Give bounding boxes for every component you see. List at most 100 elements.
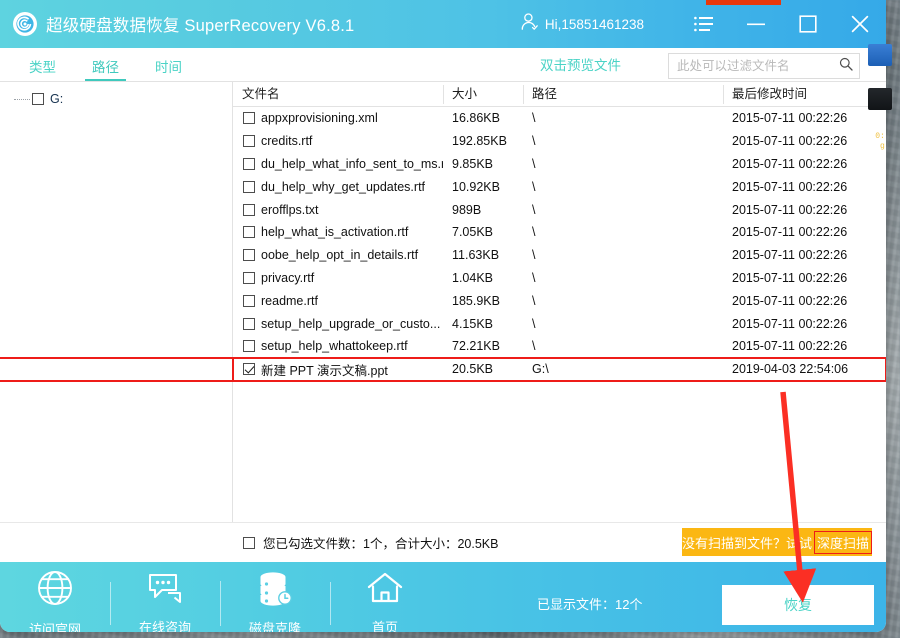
cell-path: \ <box>532 248 536 263</box>
selection-summary: 您已勾选文件数：1个，合计大小：20.5KB <box>243 533 498 552</box>
cell-filename: setup_help_upgrade_or_custo... <box>261 316 441 331</box>
cell-time: 2015-07-11 00:22:26 <box>732 339 848 354</box>
close-icon[interactable] <box>834 0 886 48</box>
table-row[interactable]: du_help_what_info_sent_to_ms.rtf 9.85KB \ 2… <box>233 153 886 176</box>
cell-filename: du_help_what_info_sent_to_ms.rtf <box>261 156 443 171</box>
account-info[interactable]: Hi,15851461238 <box>520 12 644 36</box>
window-controls: Hi,15851461238 <box>520 0 886 48</box>
column-header-path[interactable]: 路径 <box>523 82 723 107</box>
red-top-marker <box>706 0 781 5</box>
row-checkbox[interactable] <box>243 271 255 284</box>
row-checkbox[interactable] <box>243 226 255 239</box>
list-menu-icon[interactable] <box>678 0 730 48</box>
row-checkbox[interactable] <box>243 157 255 170</box>
select-all-checkbox[interactable] <box>243 536 255 549</box>
row-checkbox[interactable] <box>243 363 255 376</box>
table-row[interactable]: readme.rtf 185.9KB \ 2015-07-11 00:22:26 <box>233 289 886 312</box>
shown-file-count: 已显示文件：12个 <box>537 597 643 612</box>
home-icon <box>366 571 404 610</box>
table-row[interactable]: setup_help_whattokeep.rtf 72.21KB \ 2015-07… <box>233 335 886 358</box>
table-row[interactable]: 新建 PPT 演示文稿.ppt 20.5KB G:\ 2019-04-03 22:54… <box>0 356 886 382</box>
cell-size: 185.9KB <box>452 293 500 308</box>
search-icon[interactable] <box>839 57 853 76</box>
user-icon <box>520 12 538 36</box>
row-checkbox[interactable] <box>243 112 255 125</box>
cell-path: \ <box>532 316 536 331</box>
tab-time[interactable]: 时间 <box>148 56 189 81</box>
tab-path[interactable]: 路径 <box>85 56 126 81</box>
cell-path: \ <box>532 111 536 126</box>
file-table: 文件名 大小 路径 最后修改时间 appxprovisioning.xml 16.… <box>0 82 886 522</box>
app-title: 超级硬盘数据恢复 SuperRecovery V6.8.1 <box>46 17 355 35</box>
cell-size: 9.85KB <box>452 156 494 171</box>
disk-clone-icon <box>256 570 294 611</box>
drive-tree: G: <box>0 82 233 522</box>
column-header-time[interactable]: 最后修改时间 <box>723 82 873 107</box>
selection-summary-text: 您已勾选文件数：1个，合计大小：20.5KB <box>263 537 499 551</box>
cell-time: 2019-04-03 22:54:06 <box>732 362 849 377</box>
filter-tab-bar: 类型 路径 时间 双击预览文件 <box>0 48 886 82</box>
cell-path: \ <box>532 270 536 285</box>
tree-item-checkbox[interactable] <box>32 92 44 105</box>
nav-item-online-consult[interactable]: 在线咨询 <box>110 571 220 632</box>
desktop-icon-text: 0: g <box>875 132 885 151</box>
table-row[interactable]: appxprovisioning.xml 16.86KB \ 2015-07-11 0… <box>233 107 886 130</box>
recover-button[interactable]: 恢复 <box>722 585 874 625</box>
deep-scan-button[interactable]: 没有扫描到文件？试试 深度扫描 <box>682 528 872 556</box>
row-checkbox[interactable] <box>243 340 255 353</box>
cell-path: \ <box>532 339 536 354</box>
bottom-toolbar: 访问官网 在线咨询 磁盘克隆 首页 已显示文件：12个 恢复 <box>0 562 886 632</box>
cell-size: 72.21KB <box>452 339 500 354</box>
table-row[interactable]: help_what_is_activation.rtf 7.05KB \ 2015-0… <box>233 221 886 244</box>
search-input[interactable] <box>677 59 839 73</box>
table-row[interactable]: setup_help_upgrade_or_custo... 4.15KB \ 201… <box>233 312 886 335</box>
row-checkbox[interactable] <box>243 249 255 262</box>
cell-size: 7.05KB <box>452 225 494 240</box>
cell-path: \ <box>532 134 536 149</box>
cell-path: \ <box>532 179 536 194</box>
cell-filename: readme.rtf <box>261 293 318 308</box>
cell-time: 2015-07-11 00:22:26 <box>732 111 848 126</box>
cell-filename: 新建 PPT 演示文稿.ppt <box>261 363 388 378</box>
chat-bubble-icon <box>146 571 184 610</box>
table-row[interactable]: credits.rtf 192.85KB \ 2015-07-11 00:22:26 <box>233 130 886 153</box>
table-row[interactable]: privacy.rtf 1.04KB \ 2015-07-11 00:22:26 <box>233 267 886 290</box>
nav-label: 磁盘克隆 <box>248 621 301 632</box>
maximize-icon[interactable] <box>782 0 834 48</box>
cell-filename: appxprovisioning.xml <box>261 111 378 126</box>
preview-hint: 双击预览文件 <box>540 58 621 73</box>
status-row: 您已勾选文件数：1个，合计大小：20.5KB 没有扫描到文件？试试 深度扫描 <box>0 522 886 562</box>
deep-scan-highlight[interactable]: 深度扫描 <box>814 530 872 554</box>
cell-filename: du_help_why_get_updates.rtf <box>261 179 426 194</box>
cell-path: \ <box>532 202 536 217</box>
cell-size: 10.92KB <box>452 179 500 194</box>
cell-time: 2015-07-11 00:22:26 <box>732 316 848 331</box>
nav-item-official-site[interactable]: 访问官网 <box>0 569 110 632</box>
tree-connector-line <box>14 99 30 100</box>
cell-filename: oobe_help_opt_in_details.rtf <box>261 248 419 263</box>
tree-item-g[interactable]: G: <box>0 88 232 109</box>
table-row[interactable]: du_help_why_get_updates.rtf 10.92KB \ 2015-… <box>233 175 886 198</box>
nav-item-home[interactable]: 首页 <box>330 571 440 632</box>
row-checkbox[interactable] <box>243 180 255 193</box>
cell-time: 2015-07-11 00:22:26 <box>732 293 848 308</box>
column-header-filename[interactable]: 文件名 <box>233 82 443 107</box>
tab-type[interactable]: 类型 <box>22 56 63 81</box>
nav-label: 首页 <box>371 620 398 632</box>
minimize-icon[interactable] <box>730 0 782 48</box>
cell-time: 2015-07-11 00:22:26 <box>732 179 848 194</box>
row-checkbox[interactable] <box>243 203 255 216</box>
search-box[interactable] <box>668 53 860 79</box>
cell-size: 1.04KB <box>452 270 494 285</box>
row-checkbox[interactable] <box>243 317 255 330</box>
cell-path: G:\ <box>532 362 549 377</box>
cell-size: 20.5KB <box>452 362 494 377</box>
nav-item-disk-clone[interactable]: 磁盘克隆 <box>220 570 330 632</box>
account-name: Hi,15851461238 <box>544 16 644 32</box>
table-row[interactable]: oobe_help_opt_in_details.rtf 11.63KB \ 2015… <box>233 244 886 267</box>
row-checkbox[interactable] <box>243 135 255 148</box>
column-header-size[interactable]: 大小 <box>443 82 523 107</box>
row-checkbox[interactable] <box>243 294 255 307</box>
nav-label: 在线咨询 <box>138 620 191 632</box>
table-row[interactable]: erofflps.txt 989B \ 2015-07-11 00:22:26 <box>233 198 886 221</box>
